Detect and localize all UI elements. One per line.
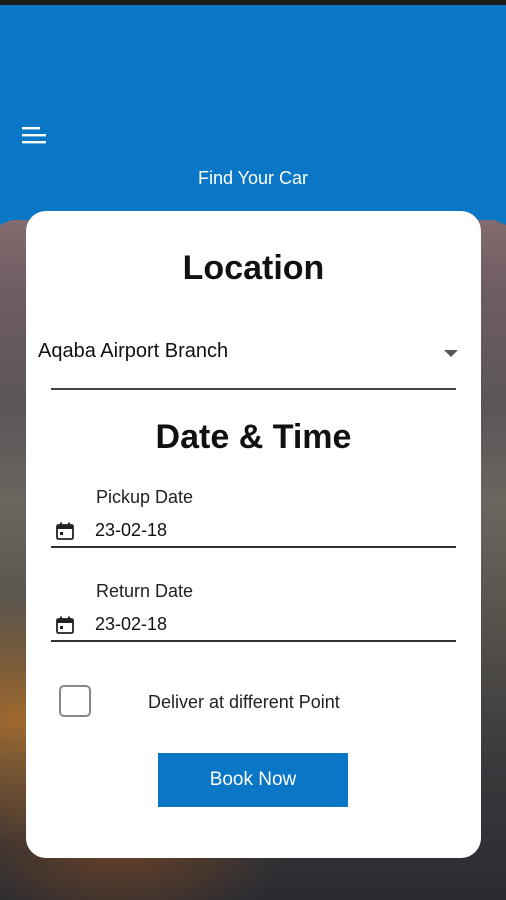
book-now-button[interactable]: Book Now: [158, 753, 348, 807]
location-selected-value: Aqaba Airport Branch: [38, 340, 229, 362]
calendar-icon: [56, 522, 74, 540]
page-title: Find Your Car: [197, 168, 309, 188]
location-divider: [51, 388, 456, 390]
status-bar: [0, 0, 506, 5]
location-dropdown[interactable]: Aqaba Airport Branch: [38, 331, 458, 363]
calendar-icon: [56, 616, 74, 634]
return-date-label: Return Date: [96, 581, 194, 601]
return-date-field[interactable]: 23-02-18: [51, 610, 456, 642]
booking-form-card: Location Aqaba Airport Branch Date & Tim…: [26, 211, 481, 858]
location-heading: Location: [182, 249, 325, 287]
hamburger-menu-icon[interactable]: [20, 124, 50, 150]
deliver-different-point-checkbox[interactable]: [59, 685, 91, 717]
return-date-value: 23-02-18: [95, 614, 168, 634]
pickup-date-value: 23-02-18: [95, 520, 168, 540]
datetime-heading: Date & Time: [155, 418, 352, 456]
deliver-different-point-label: Deliver at different Point: [148, 692, 340, 712]
pickup-date-field[interactable]: 23-02-18: [51, 516, 456, 548]
dropdown-arrow-icon: [444, 350, 458, 357]
pickup-date-label: Pickup Date: [96, 487, 194, 507]
